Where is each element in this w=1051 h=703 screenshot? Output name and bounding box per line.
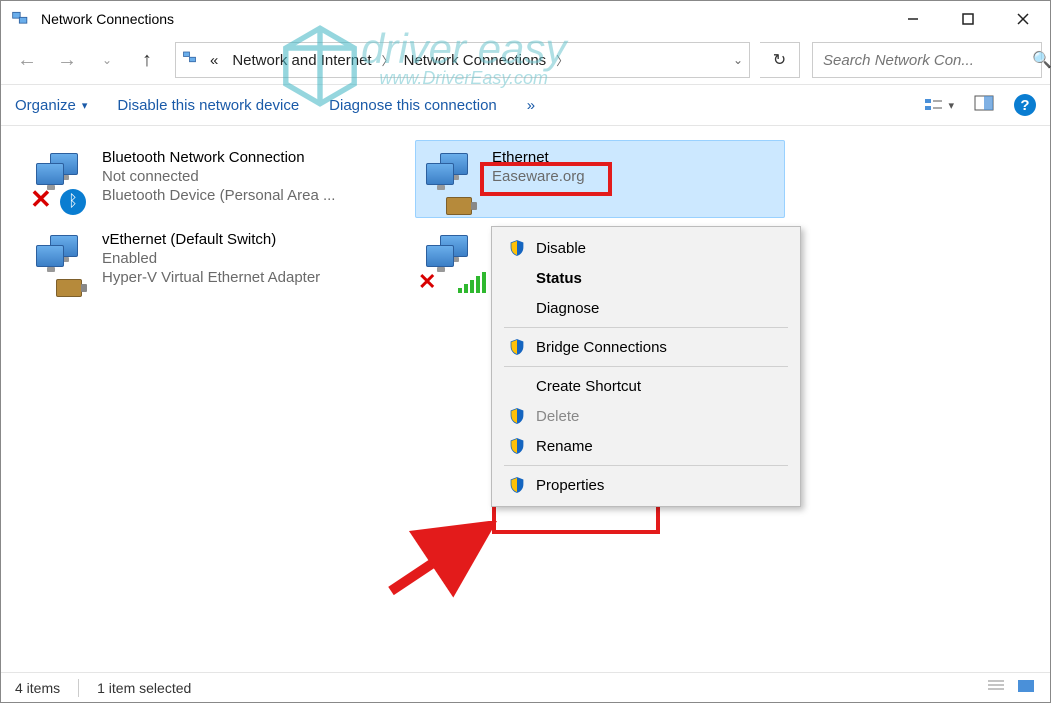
minimize-button[interactable] <box>885 1 940 36</box>
ctx-label: Disable <box>536 240 586 257</box>
preview-pane-button[interactable] <box>974 95 994 115</box>
shield-icon <box>508 437 526 455</box>
search-icon[interactable]: 🔍 <box>1032 50 1051 70</box>
connection-device: Hyper-V Virtual Ethernet Adapter <box>102 269 320 286</box>
connection-name: Ethernet <box>492 149 585 166</box>
search-input[interactable] <box>823 52 1024 69</box>
connection-icon: ✕ ᛒ <box>32 149 92 209</box>
ctx-label: Diagnose <box>536 300 599 317</box>
ethernet-plug-icon <box>446 197 472 215</box>
connection-icon <box>422 149 482 209</box>
ctx-label: Rename <box>536 438 593 455</box>
ctx-create-shortcut[interactable]: Create Shortcut <box>494 371 798 401</box>
connection-status: Easeware.org <box>492 168 585 185</box>
connection-name: Bluetooth Network Connection <box>102 149 335 166</box>
toolbar-overflow[interactable]: » <box>527 97 535 114</box>
window-title: Network Connections <box>41 11 885 27</box>
separator <box>504 366 788 367</box>
ctx-bridge[interactable]: Bridge Connections <box>494 332 798 362</box>
ethernet-plug-icon <box>56 279 82 297</box>
connection-icon <box>32 231 92 291</box>
diagnose-connection-button[interactable]: Diagnose this connection <box>329 97 497 114</box>
search-box[interactable]: 🔍 <box>812 42 1042 78</box>
large-icons-view-icon[interactable] <box>1016 678 1036 697</box>
disable-device-button[interactable]: Disable this network device <box>117 97 299 114</box>
connection-ethernet[interactable]: Ethernet Easeware.org <box>415 140 785 218</box>
help-icon[interactable]: ? <box>1014 94 1036 116</box>
titlebar-icon <box>11 9 31 29</box>
separator <box>78 679 79 697</box>
signal-bars-icon <box>458 272 486 293</box>
refresh-button[interactable]: ↻ <box>760 42 800 78</box>
ctx-diagnose[interactable]: Diagnose <box>494 293 798 323</box>
ctx-disable[interactable]: Disable <box>494 233 798 263</box>
ctx-label: Create Shortcut <box>536 378 641 395</box>
titlebar: Network Connections <box>1 1 1050 36</box>
shield-icon <box>508 239 526 257</box>
shield-icon <box>508 338 526 356</box>
maximize-button[interactable] <box>940 1 995 36</box>
connection-status: Not connected <box>102 168 335 185</box>
crumb-network-internet[interactable]: Network and Internet <box>228 50 375 71</box>
disconnected-icon: ✕ <box>30 184 52 215</box>
shield-icon <box>508 476 526 494</box>
crumb-network-connections[interactable]: Network Connections <box>400 50 551 71</box>
item-count: 4 items <box>15 680 60 696</box>
view-options-button[interactable]: ▾ <box>924 97 954 113</box>
navigation-row: ← → ⌄ ↑ « Network and Internet 〉 Network… <box>1 36 1050 84</box>
up-button[interactable]: ↑ <box>129 42 165 78</box>
bluetooth-icon: ᛒ <box>60 189 86 215</box>
context-menu: Disable Status Diagnose Bridge Connectio… <box>491 226 801 507</box>
connection-status: Enabled <box>102 250 320 267</box>
forward-button[interactable]: → <box>49 42 85 78</box>
annotation-arrow <box>381 521 501 601</box>
crumb-prefix: « <box>206 50 222 71</box>
ctx-label: Bridge Connections <box>536 339 667 356</box>
separator <box>504 327 788 328</box>
ctx-rename[interactable]: Rename <box>494 431 798 461</box>
address-bar[interactable]: « Network and Internet 〉 Network Connect… <box>175 42 750 78</box>
ctx-label: Properties <box>536 477 604 494</box>
organize-menu[interactable]: Organize▾ <box>15 97 87 114</box>
window-controls <box>885 1 1050 36</box>
connection-vethernet[interactable]: vEthernet (Default Switch) Enabled Hyper… <box>25 222 395 300</box>
shield-icon <box>508 407 526 425</box>
status-bar: 4 items 1 item selected <box>1 672 1050 702</box>
recent-dropdown[interactable]: ⌄ <box>89 42 125 78</box>
close-button[interactable] <box>995 1 1050 36</box>
connection-bluetooth[interactable]: ✕ ᛒ Bluetooth Network Connection Not con… <box>25 140 395 218</box>
chevron-down-icon: ▾ <box>82 99 88 112</box>
ctx-delete: Delete <box>494 401 798 431</box>
address-icon <box>182 49 200 71</box>
details-view-icon[interactable] <box>986 678 1006 697</box>
command-bar: Organize▾ Disable this network device Di… <box>1 84 1050 126</box>
chevron-right-icon[interactable]: 〉 <box>556 52 568 69</box>
address-dropdown-icon[interactable]: ⌄ <box>733 53 743 67</box>
separator <box>504 465 788 466</box>
disconnected-icon: ✕ <box>418 269 436 295</box>
selection-count: 1 item selected <box>97 680 191 696</box>
connection-device: Bluetooth Device (Personal Area ... <box>102 187 335 204</box>
connection-icon: ✕ <box>422 231 482 291</box>
back-button[interactable]: ← <box>9 42 45 78</box>
ctx-properties[interactable]: Properties <box>494 470 798 500</box>
ctx-label: Status <box>536 270 582 287</box>
connection-name: vEthernet (Default Switch) <box>102 231 320 248</box>
chevron-right-icon[interactable]: 〉 <box>382 52 394 69</box>
ctx-status[interactable]: Status <box>494 263 798 293</box>
ctx-label: Delete <box>536 408 579 425</box>
